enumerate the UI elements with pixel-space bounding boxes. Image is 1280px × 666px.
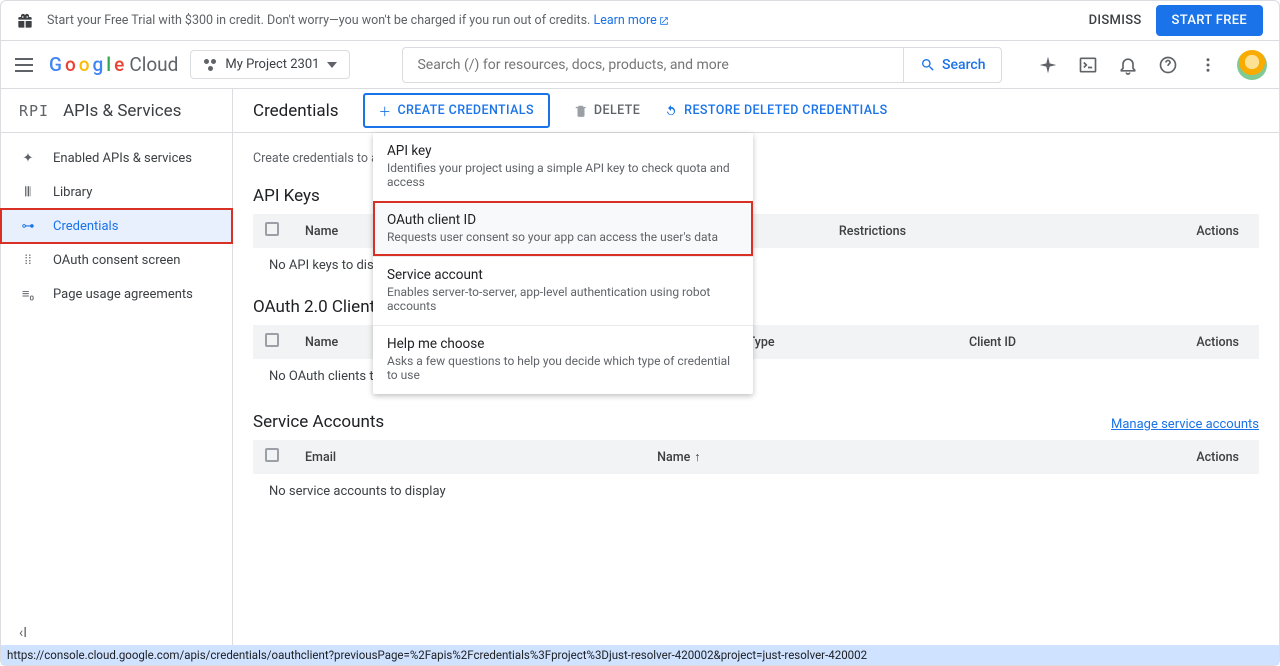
project-icon (203, 58, 217, 72)
service-accounts-table: Email Name↑ Actions No service accounts … (253, 440, 1259, 509)
sidebar-item-enabled-apis[interactable]: ✦Enabled APIs & services (1, 141, 232, 175)
sidebar: RPI APIs & Services ✦Enabled APIs & serv… (1, 89, 233, 647)
sidebar-header: RPI APIs & Services (1, 89, 232, 133)
top-bar: Google Cloud My Project 2301 Search (1, 41, 1279, 89)
sort-asc-icon: ↑ (694, 450, 700, 465)
status-bar-url: https://console.cloud.google.com/apis/cr… (1, 645, 1279, 665)
google-cloud-logo[interactable]: Google Cloud (49, 53, 178, 76)
more-icon[interactable] (1197, 54, 1219, 76)
notifications-icon[interactable] (1117, 54, 1139, 76)
dropdown-help-me-choose[interactable]: Help me choose Asks a few questions to h… (373, 325, 753, 394)
cloud-shell-icon[interactable] (1077, 54, 1099, 76)
restore-icon (664, 104, 678, 118)
sidebar-item-oauth-consent[interactable]: ⁞⁞OAuth consent screen (1, 243, 232, 277)
delete-button[interactable]: DELETE (574, 103, 640, 118)
manage-service-accounts-link[interactable]: Manage service accounts (1111, 417, 1259, 432)
col-actions: Actions (1179, 325, 1259, 359)
main-content: Credentials ＋ CREATE CREDENTIALS DELETE … (233, 89, 1279, 647)
col-type: Type (736, 325, 957, 359)
sidebar-item-library[interactable]: 𝄃𝄃Library (1, 175, 232, 209)
chevron-down-icon (327, 62, 337, 68)
search-icon (920, 57, 936, 73)
page-title: Credentials (253, 101, 339, 121)
learn-more-link[interactable]: Learn more (593, 13, 668, 28)
dropdown-service-account[interactable]: Service account Enables server-to-server… (373, 256, 753, 325)
page-header: Credentials ＋ CREATE CREDENTIALS DELETE … (233, 89, 1279, 133)
checkbox[interactable] (265, 333, 279, 347)
api-icon: RPI (19, 102, 49, 120)
sidebar-item-page-usage[interactable]: ≡₀Page usage agreements (1, 277, 232, 311)
search-input[interactable] (402, 47, 903, 83)
service-accounts-empty: No service accounts to display (253, 474, 1259, 509)
dismiss-button[interactable]: DISMISS (1089, 13, 1142, 28)
search-button[interactable]: Search (903, 47, 1002, 83)
sidebar-item-credentials[interactable]: ⊶Credentials (1, 209, 232, 243)
user-avatar[interactable] (1237, 50, 1267, 80)
search-bar: Search (402, 47, 1002, 83)
sidebar-title: APIs & Services (63, 101, 181, 121)
service-accounts-title: Service Accounts (253, 412, 384, 432)
collapse-icon[interactable]: ‹I (19, 625, 27, 641)
trash-icon (574, 104, 588, 118)
gemini-icon[interactable] (1037, 54, 1059, 76)
project-picker[interactable]: My Project 2301 (190, 50, 350, 79)
col-restrictions: Restrictions (827, 214, 1179, 248)
project-name: My Project 2301 (225, 57, 319, 72)
col-email: Email (293, 440, 645, 474)
col-actions: Actions (1179, 440, 1259, 474)
gift-icon (17, 13, 33, 29)
restore-button[interactable]: RESTORE DELETED CREDENTIALS (664, 103, 887, 118)
checkbox[interactable] (265, 448, 279, 462)
create-credentials-button[interactable]: ＋ CREATE CREDENTIALS (363, 93, 550, 128)
checkbox[interactable] (265, 222, 279, 236)
start-free-button[interactable]: START FREE (1156, 5, 1263, 36)
plus-icon: ＋ (379, 101, 392, 120)
col-client-id: Client ID (957, 325, 1179, 359)
dropdown-api-key[interactable]: API key Identifies your project using a … (373, 133, 753, 201)
create-credentials-dropdown: API key Identifies your project using a … (373, 133, 753, 394)
col-name[interactable]: Name↑ (645, 440, 1179, 474)
menu-icon[interactable] (13, 53, 37, 77)
col-actions: Actions (1179, 214, 1259, 248)
help-icon[interactable] (1157, 54, 1179, 76)
dropdown-oauth-client-id[interactable]: OAuth client ID Requests user consent so… (373, 201, 753, 256)
trial-message: Start your Free Trial with $300 in credi… (47, 13, 1075, 28)
trial-banner: Start your Free Trial with $300 in credi… (1, 1, 1279, 41)
